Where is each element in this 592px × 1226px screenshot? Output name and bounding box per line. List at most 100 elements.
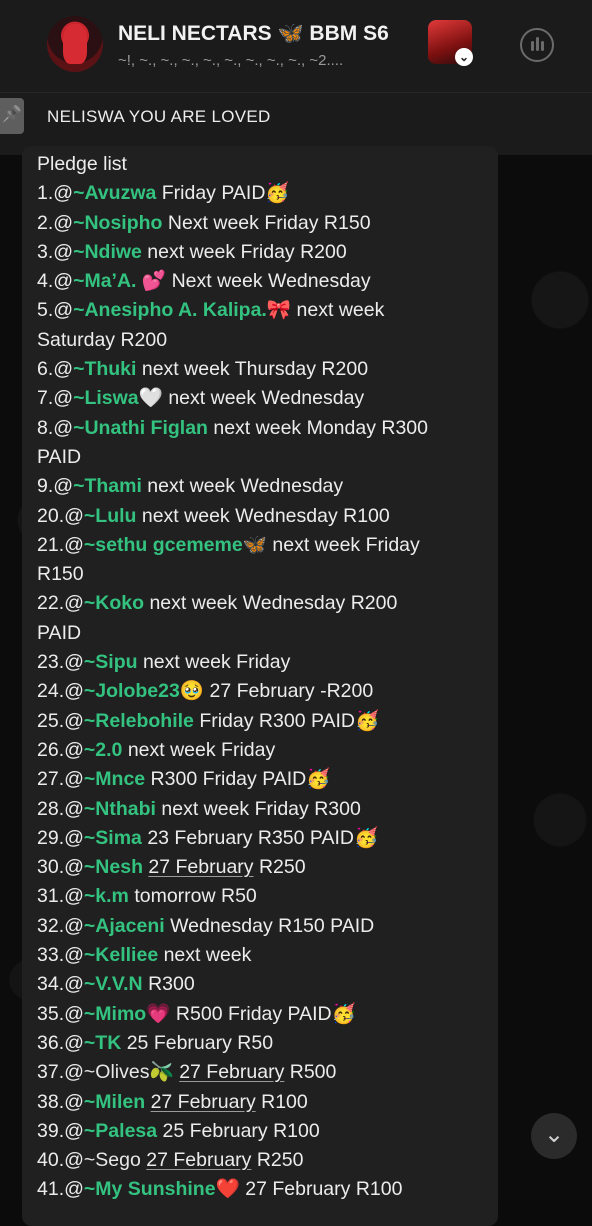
member-mention[interactable]: ~Sego (84, 1149, 141, 1171)
pledge-details: 25 February R50 (121, 1031, 274, 1054)
pledge-number: 35.@ (37, 1002, 84, 1025)
pledge-number: 9.@ (37, 475, 74, 498)
member-mention[interactable]: ~sethu gcememe🦋 (84, 534, 267, 556)
chevron-down-icon: ⌄ (543, 1121, 565, 1148)
member-mention[interactable]: ~k.m (84, 885, 129, 907)
pledge-number: 3.@ (37, 240, 74, 263)
pledge-line: 4.@~Ma’A. 💕 Next week Wednesday (37, 267, 492, 296)
member-mention[interactable]: ~Relebohile (84, 710, 194, 732)
pledge-line: 25.@~Relebohile Friday R300 PAID🥳 (37, 707, 492, 736)
status-badge-icon: ⌄ (455, 48, 473, 66)
member-mention[interactable]: ~Sima (84, 827, 142, 849)
scroll-down-button[interactable]: ⌄ (531, 1113, 577, 1159)
member-mention[interactable]: ~Avuzwa (73, 182, 156, 204)
pledge-number: 32.@ (37, 914, 84, 937)
member-mention[interactable]: ~Milen (84, 1091, 145, 1113)
pledge-details: next week Friday R300 (155, 797, 361, 820)
member-mention[interactable]: ~Thami (73, 475, 142, 497)
pledge-number: 34.@ (37, 973, 84, 996)
pledge-number: 29.@ (37, 826, 84, 849)
pinned-message-text[interactable]: NELISWA YOU ARE LOVED (47, 107, 271, 127)
member-mention[interactable]: ~Anesipho A. Kalipa.🎀 (73, 299, 291, 321)
pledge-details: R300 Friday PAID🥳 (145, 768, 331, 791)
pledge-number: 25.@ (37, 709, 84, 732)
member-mention[interactable]: ~Mnce (84, 768, 145, 790)
member-mention[interactable]: ~V.V.N (84, 973, 143, 995)
pledge-number: 41.@ (37, 1178, 84, 1201)
pledge-details: PAID (37, 621, 82, 644)
member-mention[interactable]: ~Jolobe23🥹 (84, 680, 204, 702)
message-heading: Pledge list (37, 153, 127, 175)
member-mention[interactable]: ~Ajaceni (84, 915, 165, 937)
pledge-number: 24.@ (37, 680, 84, 703)
date-link[interactable]: 27 February (146, 1149, 251, 1171)
chat-header[interactable]: NELI NECTARS 🦋 BBM S6 ~!, ~., ~., ~., ~.… (0, 0, 592, 93)
pledge-line: 2.@~Nosipho Next week Friday R150 (37, 209, 492, 238)
member-mention[interactable]: ~Kelliee (84, 944, 158, 966)
pledge-details: next week Friday (122, 738, 276, 761)
member-mention[interactable]: ~Sipu (84, 651, 138, 673)
pledge-details: next week Monday R300 (207, 416, 428, 439)
pledge-details: Friday PAID🥳 (156, 182, 290, 205)
group-title[interactable]: NELI NECTARS 🦋 BBM S6 (118, 22, 423, 46)
pledge-details: next week Friday (266, 533, 420, 556)
pledge-line: 9.@~Thami next week Wednesday (37, 472, 492, 501)
member-mention[interactable]: ~TK (84, 1032, 121, 1054)
member-mention[interactable]: ~Ndiwe (73, 241, 142, 263)
pledge-number: 40.@ (37, 1149, 84, 1172)
pledge-number: 6.@ (37, 358, 74, 381)
pledge-number: 33.@ (37, 944, 84, 967)
pledge-details: Next week Wednesday (166, 270, 371, 293)
pledge-line: 26.@~2.0 next week Friday (37, 736, 492, 765)
member-mention[interactable]: ~Lulu (84, 505, 137, 527)
pledge-line: 41.@~My Sunshine❤️ 27 February R100 (37, 1175, 492, 1204)
pledge-amount: R100 (255, 1090, 308, 1113)
member-mention[interactable]: ~Unathi Figlan (73, 417, 208, 439)
pledge-line: Saturday R200 (37, 326, 492, 355)
pledge-line: 39.@~Palesa 25 February R100 (37, 1117, 492, 1146)
member-mention[interactable]: ~Thuki (73, 358, 136, 380)
pledge-line: 36.@~TK 25 February R50 (37, 1029, 492, 1058)
pledge-line: 35.@~Mimo💗 R500 Friday PAID🥳 (37, 1000, 492, 1029)
pledge-number: 27.@ (37, 768, 84, 791)
pledge-line: 20.@~Lulu next week Wednesday R100 (37, 502, 492, 531)
pledge-details: 27 February R100 (239, 1178, 403, 1201)
pledge-details: next week Friday R200 (141, 240, 347, 263)
member-mention[interactable]: ~2.0 (84, 739, 123, 761)
pledge-line: 8.@~Unathi Figlan next week Monday R300 (37, 414, 492, 443)
group-members-subtitle[interactable]: ~!, ~., ~., ~., ~., ~., ~., ~., ~., ~2..… (118, 52, 418, 69)
pledge-details: Friday R300 PAID🥳 (193, 709, 380, 732)
member-mention[interactable]: ~Koko (84, 592, 144, 614)
voice-chat-icon[interactable] (520, 28, 554, 62)
member-mention[interactable]: ~Nthabi (84, 798, 156, 820)
member-mention[interactable]: ~Ma’A. 💕 (73, 270, 166, 292)
member-mention[interactable]: ~Olives🫒 (84, 1061, 174, 1083)
pledge-number: 8.@ (37, 416, 74, 439)
pledge-details: R500 Friday PAID🥳 (170, 1002, 356, 1025)
pledge-number: 30.@ (37, 856, 84, 879)
pledge-line: 30.@~Nesh 27 February R250 (37, 853, 492, 882)
date-link[interactable]: 27 February (179, 1061, 284, 1083)
pledge-number: 4.@ (37, 270, 74, 293)
group-avatar[interactable] (47, 16, 103, 72)
member-mention[interactable]: ~My Sunshine❤️ (84, 1178, 240, 1200)
pledge-details: next week Thursday R200 (136, 358, 369, 381)
pledge-number: 21.@ (37, 533, 84, 556)
pledge-line: 29.@~Sima 23 February R350 PAID🥳 (37, 824, 492, 853)
pledge-line: 38.@~Milen 27 February R100 (37, 1088, 492, 1117)
pledge-line: 21.@~sethu gcememe🦋 next week Friday (37, 531, 492, 560)
member-mention[interactable]: ~Nesh (84, 856, 143, 878)
member-mention[interactable]: ~Nosipho (73, 212, 162, 234)
member-mention[interactable]: ~Mimo💗 (84, 1003, 171, 1025)
pledge-number: 31.@ (37, 885, 84, 908)
member-mention[interactable]: ~Palesa (84, 1120, 157, 1142)
pledge-details: Next week Friday R150 (162, 211, 371, 234)
date-link[interactable]: 27 February (151, 1091, 256, 1113)
pledge-line: 7.@~Liswa🤍 next week Wednesday (37, 384, 492, 413)
pledge-number: 37.@ (37, 1061, 84, 1084)
pledge-details: PAID (37, 445, 82, 468)
member-mention[interactable]: ~Liswa🤍 (73, 387, 163, 409)
pledge-line: 31.@~k.m tomorrow R50 (37, 882, 492, 911)
pledge-line: R150 (37, 560, 492, 589)
date-link[interactable]: 27 February (148, 856, 253, 878)
